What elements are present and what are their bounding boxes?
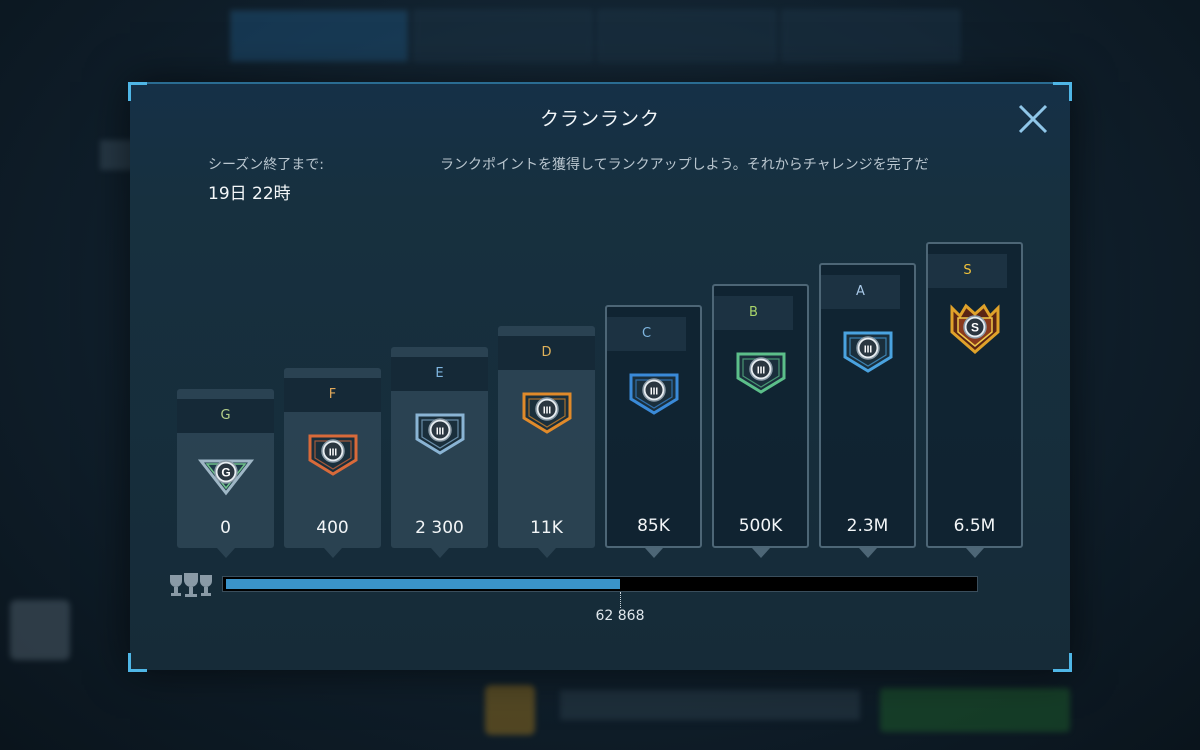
rank-badge-icon: III (308, 434, 357, 476)
rank-letter: A (821, 275, 900, 309)
background-tab (598, 10, 776, 62)
rank-points: 0 (220, 518, 231, 538)
dialog-corner (1053, 653, 1072, 672)
svg-text:III: III (863, 345, 872, 356)
background-crown-icon (485, 685, 535, 735)
background-tab-bar (230, 10, 960, 62)
rank-tier-a: A III 2.3M (819, 263, 916, 558)
rank-letter: F (284, 378, 381, 412)
rank-letter: E (391, 357, 488, 391)
close-button[interactable] (1016, 102, 1050, 136)
background-chat-icon (10, 600, 70, 660)
rank-points: 2 300 (415, 518, 464, 538)
svg-text:G: G (221, 466, 230, 480)
rank-letter: S (928, 254, 1007, 288)
season-timer-value: 19日 22時 (208, 184, 291, 204)
rank-pointer (216, 548, 235, 558)
rank-points: 2.3M (846, 516, 889, 536)
rank-points: 6.5M (953, 516, 996, 536)
background-action-button (880, 688, 1070, 732)
clan-rank-dialog: クランランク シーズン終了まで: 19日 22時 ランクポイントを獲得してランク… (128, 82, 1072, 672)
rank-tier-d: D III 11K (498, 326, 595, 558)
background-tab (230, 10, 408, 62)
rank-tier-f: F III 400 (284, 368, 381, 558)
rank-tier-e: E III 2 300 (391, 347, 488, 558)
rank-pointer (537, 548, 556, 558)
rank-letter: G (177, 399, 274, 433)
rank-tier-b: B III 500K (712, 284, 809, 558)
background-tab (414, 10, 592, 62)
rank-letter: D (498, 336, 595, 370)
dialog-title: クランランク (539, 108, 660, 130)
dialog-corner (128, 653, 147, 672)
progress-value: 62 868 (595, 608, 645, 624)
trophy-icon (170, 573, 212, 597)
svg-text:III: III (756, 366, 765, 377)
rank-pointer (858, 548, 877, 558)
rank-badge-icon: III (843, 331, 892, 373)
rank-description: ランクポイントを獲得してランクアップしよう。それからチャレンジを完了だ (440, 157, 929, 173)
rank-pointer (323, 548, 342, 558)
svg-text:III: III (649, 387, 658, 398)
background-banner (560, 690, 860, 720)
rank-letter: C (607, 317, 686, 351)
rank-pointer (644, 548, 663, 558)
dialog-corner (1053, 82, 1072, 101)
rank-tier-g: G G 0 (177, 389, 274, 558)
progress-marker (620, 592, 621, 608)
rank-badge-icon: III (736, 352, 785, 394)
rank-points: 400 (316, 518, 349, 538)
rank-pointer (965, 548, 984, 558)
rank-badge-icon: S (950, 303, 999, 354)
background-tab (782, 10, 960, 62)
rank-pointer (751, 548, 770, 558)
dialog-corner (128, 82, 147, 101)
rank-progress-bar (222, 576, 978, 592)
rank-points: 11K (530, 518, 563, 538)
rank-letter: B (714, 296, 793, 330)
rank-tier-c: C III 85K (605, 305, 702, 558)
rank-progress-fill (226, 579, 620, 589)
season-timer-label: シーズン終了まで: (208, 157, 325, 173)
close-icon (1018, 104, 1048, 134)
rank-pointer (430, 548, 449, 558)
rank-points: 500K (738, 516, 783, 536)
rank-badge-icon: III (522, 392, 571, 434)
rank-badge-icon: III (415, 413, 464, 455)
svg-text:III: III (328, 448, 337, 459)
rank-badge-icon: G (197, 459, 254, 496)
rank-tier-s: S S 6.5M (926, 242, 1023, 558)
rank-badge-icon: III (629, 373, 678, 415)
svg-text:S: S (970, 321, 978, 335)
svg-text:III: III (435, 427, 444, 438)
svg-text:III: III (542, 406, 551, 417)
rank-points: 85K (637, 516, 670, 536)
